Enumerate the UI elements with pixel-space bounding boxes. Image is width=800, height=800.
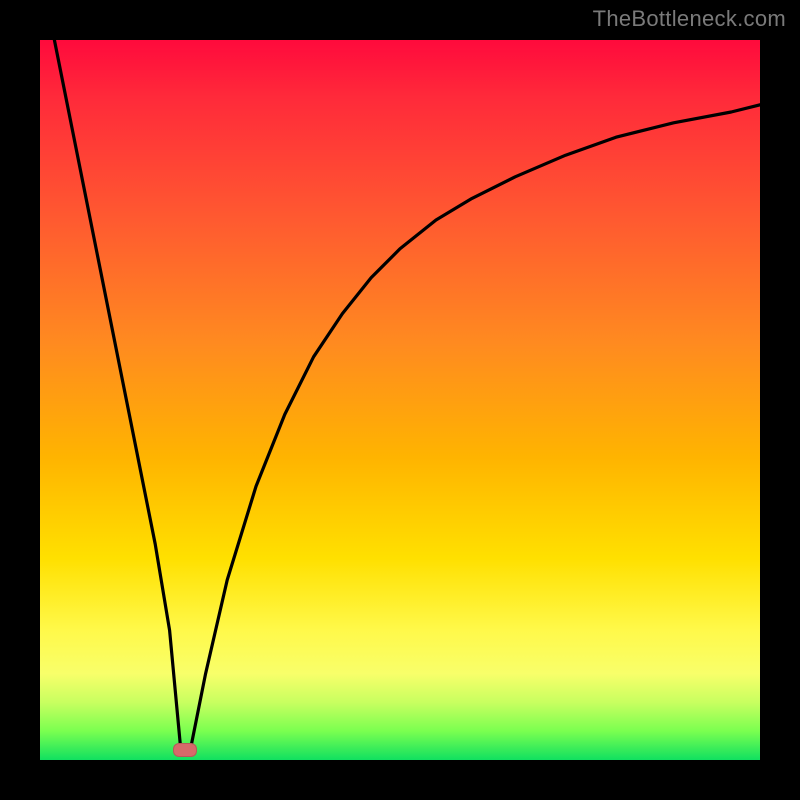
plot-area <box>40 40 760 760</box>
watermark-text: TheBottleneck.com <box>593 6 786 32</box>
bottleneck-curve <box>40 40 760 760</box>
minimum-marker <box>173 743 197 757</box>
chart-frame: TheBottleneck.com <box>0 0 800 800</box>
